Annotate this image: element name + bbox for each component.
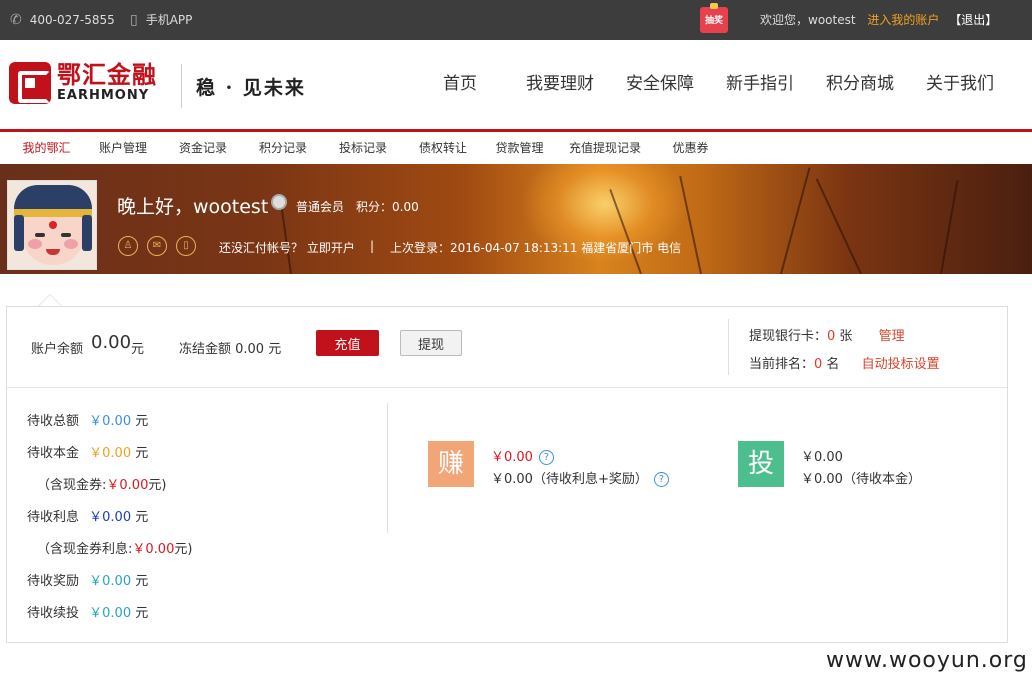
nav-guide[interactable]: 新手指引 bbox=[710, 40, 810, 129]
user-avatar[interactable] bbox=[7, 180, 97, 270]
recharge-button[interactable]: 充值 bbox=[316, 330, 379, 356]
identity-verify-icon[interactable]: ♙ bbox=[118, 236, 138, 256]
balance-label: 账户余额 bbox=[31, 342, 84, 357]
subnav-debt-transfer[interactable]: 债权转让 bbox=[403, 132, 483, 164]
main-nav: 首页 我要理财 安全保障 新手指引 积分商城 关于我们 bbox=[410, 40, 1010, 129]
reed-decoration bbox=[940, 180, 959, 274]
subnav-coupons[interactable]: 优惠券 bbox=[654, 132, 727, 164]
withdraw-button[interactable]: 提现 bbox=[400, 330, 462, 356]
logo-english: EARHMONY bbox=[57, 88, 150, 103]
subnav-fund-records[interactable]: 资金记录 bbox=[163, 132, 243, 164]
rank-unit: 名 bbox=[822, 357, 840, 372]
account-summary-panel: 账户余额 0.00 元 冻结金额 0.00 元 充值 提现 提现银行卡：0 张 … bbox=[6, 306, 1008, 643]
last-login-info: 上次登录：2016-04-07 18:13:11 福建省厦门市 电信 bbox=[390, 241, 682, 255]
open-account-link[interactable]: 还没汇付帐号？ 立即开户 bbox=[219, 239, 355, 256]
frozen-amount: 冻结金额 0.00 元 bbox=[179, 342, 282, 357]
bank-card-unit: 张 bbox=[835, 329, 853, 344]
site-header: 鄂汇金融 EARHMONY 稳 · 见未来 首页 我要理财 安全保障 新手指引 … bbox=[0, 40, 1032, 132]
banner-separator: | bbox=[370, 239, 375, 253]
nav-invest[interactable]: 我要理财 bbox=[510, 40, 610, 129]
welcome-text: 欢迎您，wootest bbox=[760, 13, 856, 27]
bank-card-info: 提现银行卡：0 张 管理 bbox=[749, 325, 905, 344]
list-item: （含现金券利息:￥0.00元) bbox=[37, 542, 193, 557]
subnav-recharge-withdraw-records[interactable]: 充值提现记录 bbox=[556, 132, 654, 164]
mobile-app-link[interactable]: ▯ 手机APP bbox=[130, 0, 192, 40]
user-banner: 晚上好，wootest 普通会员 积分：0.00 ♙ ✉ ▯ 还没汇付帐号？ 立… bbox=[0, 164, 1032, 274]
logo-divider bbox=[181, 64, 182, 108]
site-logo[interactable]: 鄂汇金融 EARHMONY bbox=[9, 62, 157, 104]
divider bbox=[728, 319, 729, 375]
invest-value: ￥0.00 bbox=[801, 450, 843, 465]
balance-value: 0.00 bbox=[91, 332, 132, 353]
list-item: 待收奖励 ￥0.00 元 bbox=[27, 574, 149, 589]
subnav-account-manage[interactable]: 账户管理 bbox=[83, 132, 163, 164]
invest-badge-icon: 投 bbox=[738, 441, 784, 487]
points-value: 积分：0.00 bbox=[356, 200, 419, 214]
subnav-loan-manage[interactable]: 贷款管理 bbox=[483, 132, 556, 164]
help-icon[interactable]: ? bbox=[538, 450, 554, 465]
logout-link[interactable]: 【退出】 bbox=[949, 13, 997, 27]
phone-verify-icon[interactable]: ▯ bbox=[176, 236, 196, 256]
lottery-gift-icon[interactable]: 抽奖 bbox=[700, 3, 728, 33]
phone-number: 400-027-5855 bbox=[29, 13, 115, 27]
balance-row: 账户余额 0.00 元 冻结金额 0.00 元 充值 提现 提现银行卡：0 张 … bbox=[7, 307, 1007, 388]
earn-value: ￥0.00? bbox=[491, 446, 554, 465]
divider bbox=[387, 403, 388, 533]
member-level: 普通会员 bbox=[296, 200, 345, 214]
nav-home[interactable]: 首页 bbox=[410, 40, 510, 129]
list-item: （含现金券:￥0.00元) bbox=[37, 478, 167, 493]
rank-info: 当前排名：0 名 自动投标设置 bbox=[749, 353, 940, 372]
list-item: 待收续投 ￥0.00 元 bbox=[27, 606, 149, 621]
slogan: 稳 · 见未来 bbox=[196, 77, 306, 99]
rank-label: 当前排名： bbox=[749, 357, 815, 372]
nav-points-mall[interactable]: 积分商城 bbox=[810, 40, 910, 129]
top-bar: ✆ 400-027-5855 ▯ 手机APP 抽奖 欢迎您，wootest 进入… bbox=[0, 0, 1032, 40]
email-verify-icon[interactable]: ✉ bbox=[147, 236, 167, 256]
member-medal-icon bbox=[270, 191, 287, 210]
user-welcome: 欢迎您，wootest 进入我的账户 【退出】 bbox=[760, 0, 997, 40]
logo-chinese: 鄂汇金融 bbox=[57, 61, 157, 89]
nav-security[interactable]: 安全保障 bbox=[610, 40, 710, 129]
phone-info: ✆ 400-027-5855 bbox=[10, 0, 115, 40]
greeting-text: 晚上好，wootest bbox=[117, 196, 269, 218]
reed-decoration bbox=[815, 178, 862, 274]
list-item: 待收总额 ￥0.00 元 bbox=[27, 414, 149, 429]
panel-pointer bbox=[38, 294, 62, 306]
account-subnav: 我的鄂汇 账户管理 资金记录 积分记录 投标记录 债权转让 贷款管理 充值提现记… bbox=[0, 132, 1032, 164]
phone-icon: ✆ bbox=[10, 12, 22, 28]
logo-mark-icon bbox=[9, 62, 51, 104]
invest-detail: ￥0.00（待收本金） bbox=[801, 472, 921, 487]
mobile-icon: ▯ bbox=[130, 12, 138, 28]
bank-card-label: 提现银行卡： bbox=[749, 329, 828, 344]
help-icon[interactable]: ? bbox=[653, 472, 669, 487]
auto-bid-settings-link[interactable]: 自动投标设置 bbox=[862, 357, 940, 372]
balance-unit: 元 bbox=[131, 342, 145, 357]
subnav-points-records[interactable]: 积分记录 bbox=[243, 132, 323, 164]
watermark: www.wooyun.org bbox=[826, 648, 1028, 673]
bank-card-manage-link[interactable]: 管理 bbox=[879, 329, 905, 344]
nav-about[interactable]: 关于我们 bbox=[910, 40, 1010, 129]
earn-badge-icon: 赚 bbox=[428, 441, 474, 487]
reed-decoration bbox=[780, 167, 811, 274]
verification-icons: ♙ ✉ ▯ bbox=[118, 236, 205, 256]
subnav-bid-records[interactable]: 投标记录 bbox=[323, 132, 403, 164]
list-item: 待收利息 ￥0.00 元 bbox=[27, 510, 149, 525]
subnav-my-earhui[interactable]: 我的鄂汇 bbox=[10, 132, 83, 164]
earn-detail: ￥0.00（待收利息+奖励）? bbox=[491, 468, 669, 487]
list-item: 待收本金 ￥0.00 元 bbox=[27, 446, 149, 461]
mobile-app-label: 手机APP bbox=[145, 13, 193, 27]
my-account-link[interactable]: 进入我的账户 bbox=[867, 13, 939, 27]
